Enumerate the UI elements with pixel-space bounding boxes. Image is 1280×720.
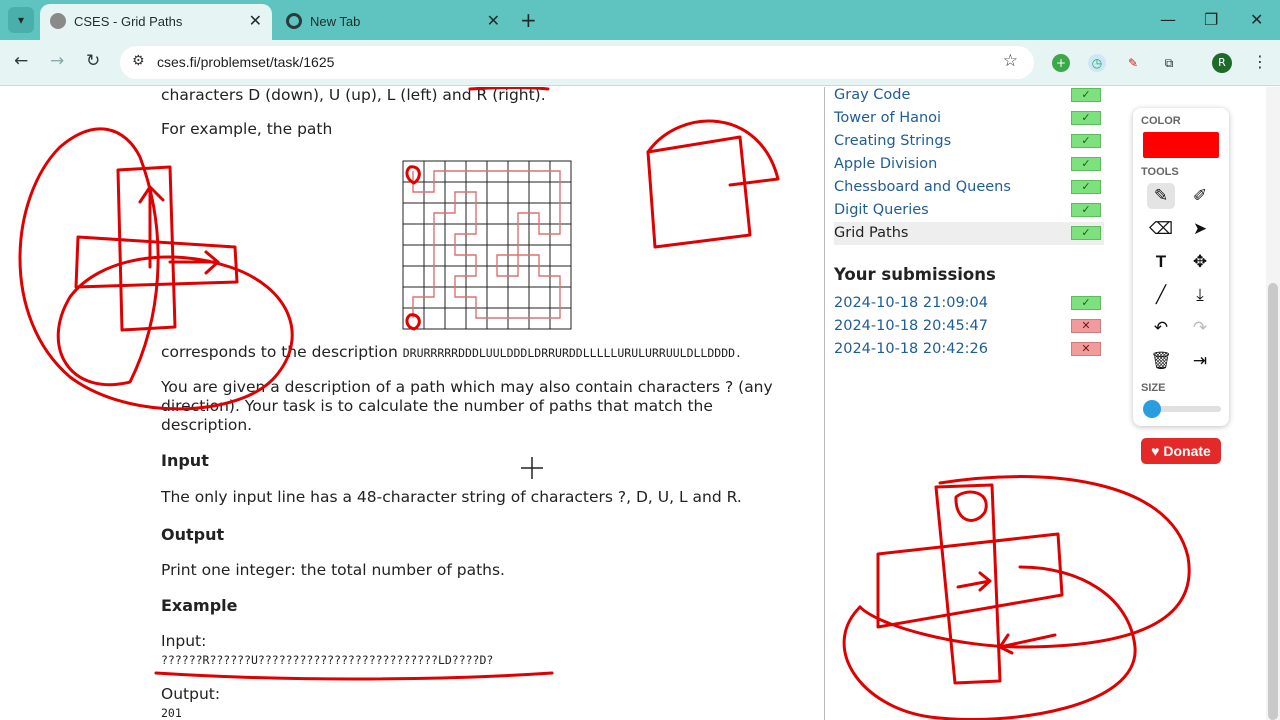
tools-label: TOOLS [1141,166,1179,178]
extension-pen-icon[interactable]: ✎ [1124,54,1142,72]
size-slider-knob[interactable] [1143,400,1161,418]
annotation-arrow-right [168,250,220,275]
trash-icon[interactable]: 🗑 [1147,348,1175,374]
new-tab-button[interactable]: + [520,8,537,32]
extension-plus-icon[interactable]: + [1052,54,1070,72]
site-info-icon[interactable]: ⚙ [132,53,145,69]
annotation-circle-top [954,490,988,522]
color-label: COLOR [1141,115,1181,127]
bookmark-star-icon[interactable]: ☆ [1003,51,1018,71]
pen-tool-icon[interactable]: ✎ [1147,183,1175,209]
browser-menu-icon[interactable]: ⋮ [1252,52,1268,71]
redo-icon[interactable]: ↷ [1186,315,1214,341]
forward-button[interactable]: → [50,51,64,71]
annotation-arrow-right-2 [956,571,992,592]
annotation-hook [646,119,780,187]
annotation-stroke [468,87,550,91]
close-tab-icon[interactable]: ✕ [487,11,500,31]
undo-icon[interactable]: ↶ [1147,315,1175,341]
chrome-favicon-icon [286,13,302,29]
reload-button[interactable]: ↻ [86,51,100,71]
address-bar[interactable]: ⚙ cses.fi/problemset/task/1625 ☆ [120,46,1034,79]
annotation-horizontal-rect-2 [876,532,1064,629]
size-label: SIZE [1141,382,1166,394]
back-button[interactable]: ← [14,51,28,71]
move-tool-icon[interactable]: ✥ [1186,249,1214,275]
line-tool-icon[interactable]: ╱ [1147,282,1175,308]
url-text: cses.fi/problemset/task/1625 [157,54,335,70]
restore-button[interactable]: ❐ [1204,10,1218,29]
highlighter-tool-icon[interactable]: ✐ [1186,183,1214,209]
close-tab-icon[interactable]: ✕ [249,11,262,31]
extensions-puzzle-icon[interactable]: ⧉ [1160,54,1178,72]
donate-button[interactable]: ♥ Donate [1141,438,1221,464]
cses-favicon-icon [50,13,66,29]
annotation-dot-start [405,165,421,185]
annotation-underline [154,671,554,681]
close-window-button[interactable]: ✕ [1250,10,1263,29]
tab-label: New Tab [310,14,361,29]
text-tool-icon[interactable]: T [1147,249,1175,275]
annotation-dot-end [405,313,421,331]
profile-avatar[interactable]: R [1212,53,1232,73]
crosshair-cursor-icon [521,457,543,479]
tab-label: CSES - Grid Paths [74,14,183,29]
annotation-box [646,135,752,249]
select-pointer-icon[interactable]: ➤ [1186,216,1214,242]
donate-heart-icon: ♥ [1151,443,1164,459]
annotation-loop [18,127,294,411]
exit-icon[interactable]: ⇥ [1186,348,1214,374]
browser-toolbar: ← → ↻ ⚙ cses.fi/problemset/task/1625 ☆ +… [0,40,1280,86]
tab-search-button[interactable]: ▾ [8,7,34,33]
minimize-button[interactable]: — [1160,10,1176,29]
extension-timer-icon[interactable]: ◷ [1088,54,1106,72]
tab-new-tab[interactable]: New Tab ✕ [276,4,510,40]
tab-strip: ▾ CSES - Grid Paths ✕ New Tab ✕ + — ❐ ✕ [0,0,1280,40]
annotation-arrow-left-2 [998,633,1057,655]
annotation-overlay [18,87,1191,720]
tab-cses-grid-paths[interactable]: CSES - Grid Paths ✕ [40,4,272,40]
eraser-tool-icon[interactable]: ⌫ [1147,216,1175,242]
drawing-tools-panel: COLOR TOOLS ✎ ✐ ⌫ ➤ T ✥ ╱ ⤓ ↶ ↷ 🗑 ⇥ SIZE [1133,108,1229,426]
download-icon[interactable]: ⤓ [1186,282,1214,308]
color-swatch[interactable] [1143,132,1219,158]
